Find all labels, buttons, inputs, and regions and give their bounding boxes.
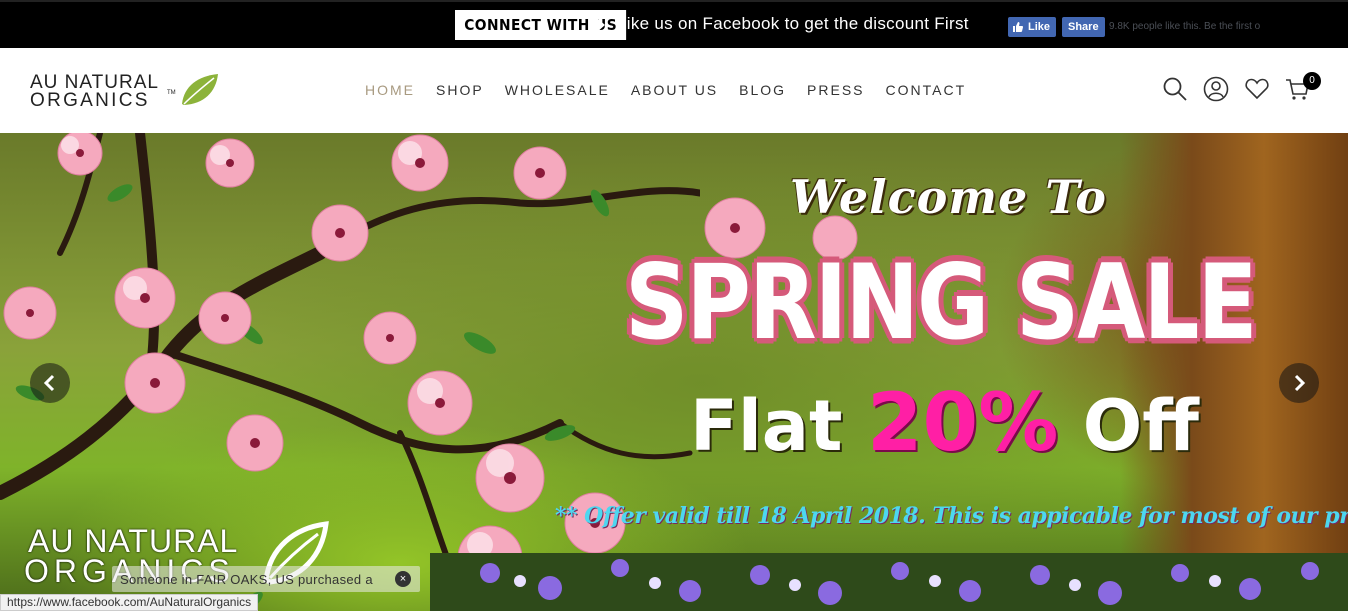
discount-percent: 20%	[866, 376, 1059, 469]
leaf-icon	[182, 74, 218, 105]
spring-sale-headline: SPRING SALE	[625, 241, 1258, 363]
nav-shop[interactable]: SHOP	[436, 82, 484, 98]
nav-home[interactable]: HOME	[365, 82, 415, 98]
slider-prev-button[interactable]	[30, 363, 70, 403]
promo-topbar: CONNECT WITH US Like us on Facebook to g…	[0, 0, 1348, 48]
promo-text: Like us on Facebook to get the discount …	[617, 14, 969, 33]
main-nav: HOME SHOP WHOLESALE ABOUT US BLOG PRESS …	[365, 82, 987, 98]
purple-flowerbed	[430, 553, 1348, 611]
facebook-like-label: Like	[1028, 21, 1051, 33]
site-logo[interactable]: AU NATURAL ORGANICS TM	[30, 72, 230, 112]
site-header: AU NATURAL ORGANICS TM HOME SHOP WHOLESA…	[0, 48, 1348, 133]
hero-slider: Welcome To SPRING SALE Flat 20% Off ** O…	[0, 133, 1348, 611]
nav-blog[interactable]: BLOG	[739, 82, 786, 98]
discount-line: Flat 20% Off	[690, 383, 1199, 463]
slider-next-button[interactable]	[1279, 363, 1319, 403]
purchase-notification-text: Someone in FAIR OAKS, US purchased a	[120, 572, 373, 587]
purchase-notification-toast[interactable]: Someone in FAIR OAKS, US purchased a ×	[112, 566, 420, 592]
welcome-heading: Welcome To	[790, 170, 1107, 224]
nav-contact[interactable]: CONTACT	[886, 82, 967, 98]
logo-trademark: TM	[167, 90, 176, 96]
heart-icon[interactable]	[1244, 76, 1270, 102]
chevron-left-icon	[43, 374, 55, 392]
logo-text-line2: ORGANICS	[30, 90, 150, 111]
facebook-like-count: 9.8K people like this. Be the first o	[1109, 21, 1261, 32]
search-icon[interactable]	[1162, 76, 1188, 102]
facebook-share-button[interactable]: Share	[1062, 17, 1105, 37]
flat-word: Flat	[690, 385, 843, 467]
cart-count-badge: 0	[1303, 72, 1321, 90]
user-icon[interactable]	[1203, 76, 1229, 102]
facebook-like-button[interactable]: Like	[1008, 17, 1057, 37]
chevron-right-icon	[1294, 374, 1306, 392]
browser-status-bar: https://www.facebook.com/AuNaturalOrgani…	[0, 594, 259, 611]
offer-validity-note: ** Offer valid till 18 April 2018. This …	[555, 503, 1348, 529]
nav-wholesale[interactable]: WHOLESALE	[505, 82, 610, 98]
thumbs-up-icon	[1013, 22, 1024, 32]
nav-press[interactable]: PRESS	[807, 82, 864, 98]
off-word: Off	[1082, 385, 1199, 467]
close-icon[interactable]: ×	[395, 571, 411, 587]
nav-about-us[interactable]: ABOUT US	[631, 82, 718, 98]
connect-arrow-icon	[596, 17, 605, 33]
